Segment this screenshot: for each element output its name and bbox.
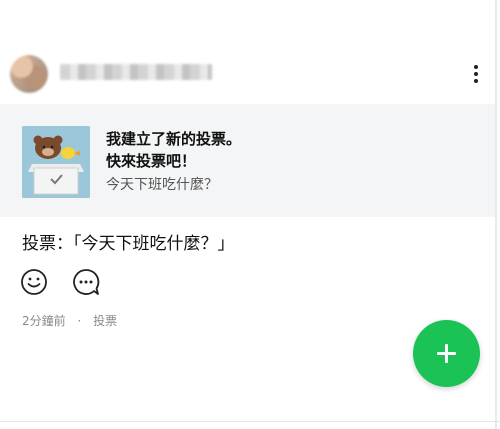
scrollbar[interactable]: [495, 0, 497, 429]
post-meta: 2分鐘前 · 投票: [22, 312, 117, 329]
comment-icon[interactable]: [72, 268, 100, 296]
avatar[interactable]: [10, 55, 48, 93]
post-text: 投票：「今天下班吃什麼？」: [22, 234, 235, 254]
author-name-blurred[interactable]: [60, 64, 212, 80]
divider: [0, 421, 500, 422]
meta-separator: ·: [77, 314, 82, 328]
post-category-link[interactable]: 投票: [93, 312, 117, 329]
poll-thumbnail: [22, 126, 90, 198]
poll-title-line2: 快來投票吧！: [106, 152, 197, 170]
post-time: 2分鐘前: [22, 314, 66, 328]
poll-title-line1: 我建立了新的投票。: [106, 130, 242, 148]
smile-icon[interactable]: [20, 268, 48, 296]
create-post-button[interactable]: [413, 320, 480, 387]
post-header: [0, 48, 495, 98]
more-vertical-icon[interactable]: [468, 62, 484, 86]
poll-card[interactable]: 我建立了新的投票。 快來投票吧！ 今天下班吃什麼？: [0, 104, 495, 217]
poll-question: 今天下班吃什麼？: [106, 177, 218, 193]
poll-title: 我建立了新的投票。 快來投票吧！: [106, 128, 241, 172]
